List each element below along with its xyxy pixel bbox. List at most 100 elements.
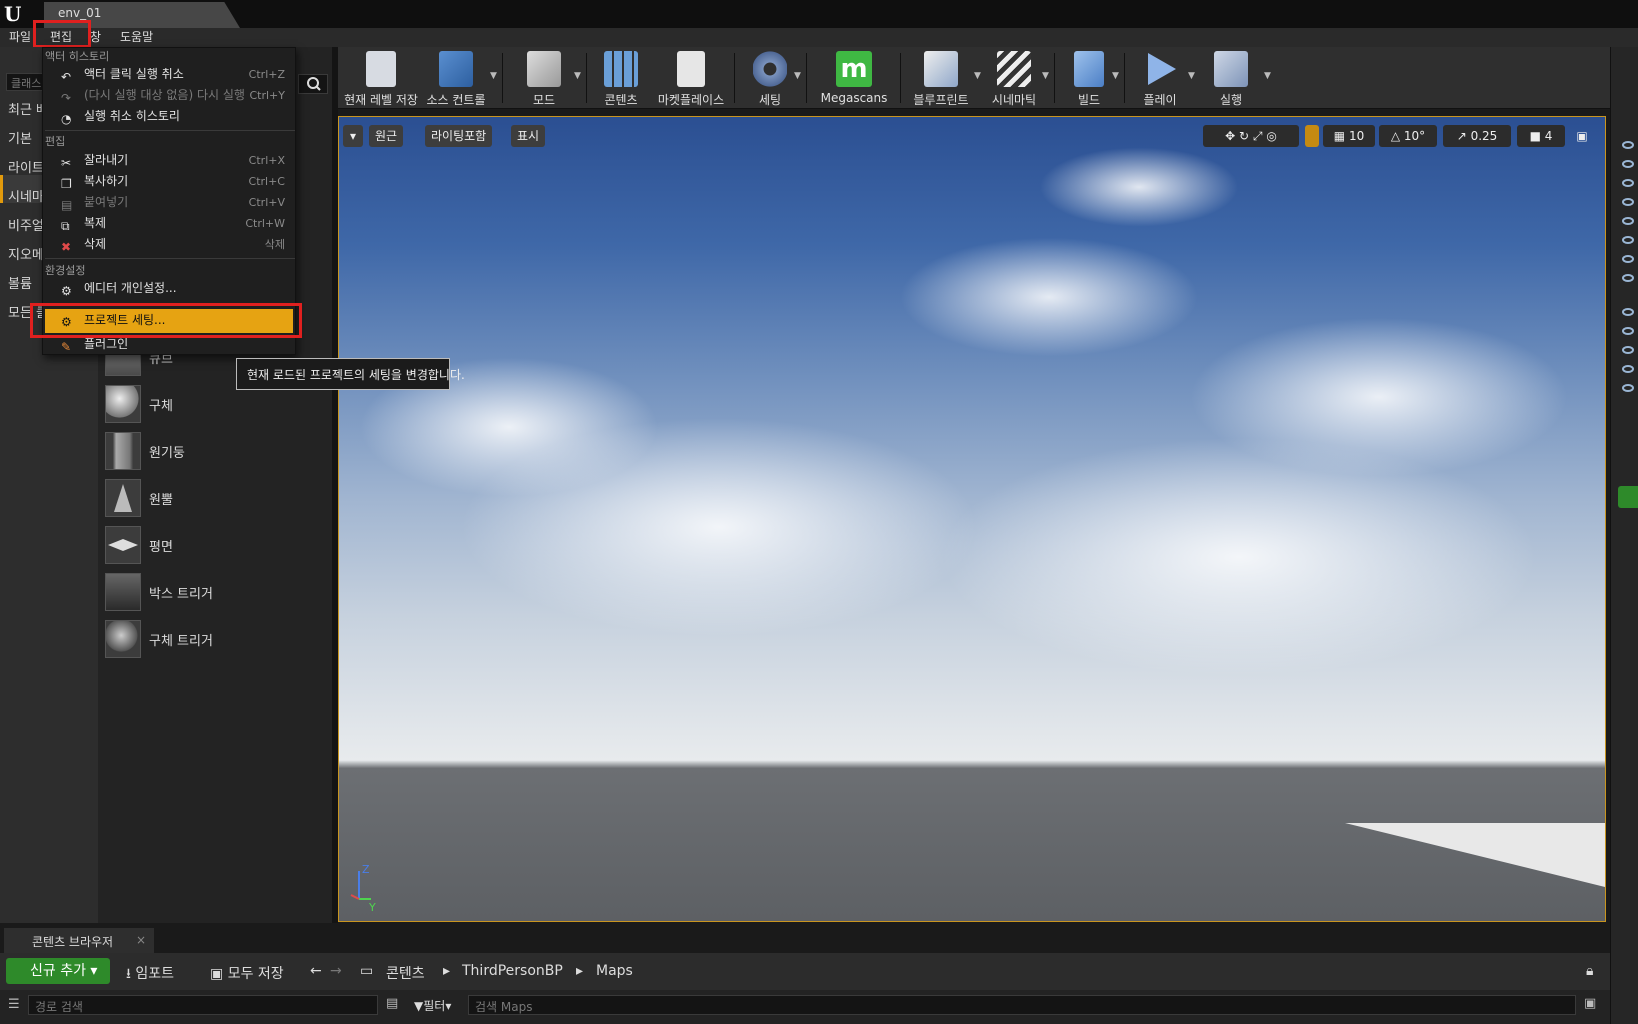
surface-snap-icon[interactable] [1305,125,1319,147]
menu-file[interactable]: 파일 [9,28,31,47]
eye-icon[interactable] [1622,384,1634,392]
eye-icon[interactable] [1622,141,1634,149]
rotation-snap-toggle[interactable]: △ 10° [1379,125,1437,147]
menu-item-editor-preferences[interactable]: ⚙ 에디터 개인설정... [43,278,295,299]
scale-snap-toggle[interactable]: ↗ 0.25 [1443,125,1511,147]
maximize-viewport-icon[interactable]: ▣ [1573,125,1591,147]
eye-icon[interactable] [1622,179,1634,187]
menu-item-undo[interactable]: ↶ 액터 클릭 실행 취소 Ctrl+Z [43,64,295,85]
scale-icon[interactable]: ⤢ [1253,129,1263,143]
launch-button[interactable]: 실행 [1204,51,1258,109]
show-button[interactable]: 표시 [511,125,546,147]
list-icon[interactable]: ☰ [8,997,20,1012]
menu-item-cut[interactable]: ✂ 잘라내기 Ctrl+X [43,150,295,171]
menu-item-paste[interactable]: ▤ 붙여넣기 Ctrl+V [43,192,295,213]
breadcrumb-maps[interactable]: Maps [596,963,633,979]
content-browser-tab[interactable]: 콘텐츠 브라우저 × [4,928,154,953]
breadcrumb-thirdpersonbp[interactable]: ThirdPersonBP [462,963,563,979]
add-component-button[interactable] [1618,486,1638,508]
path-search-input[interactable]: 경로 검색 [28,995,378,1015]
list-item-cone[interactable]: 원뿔 [105,477,335,519]
save-all-button[interactable]: ▣ 모두 저장 [210,963,284,983]
content-button[interactable]: 콘텐츠 [594,51,648,109]
forward-arrow-icon[interactable]: → [330,963,342,979]
menu-window[interactable]: 창 [90,28,101,47]
import-button[interactable]: ⭳ 임포트 [126,963,174,987]
category-lights[interactable]: 라이트 [8,157,44,176]
camera-speed-button[interactable]: ■ 4 [1517,125,1565,147]
menu-item-redo[interactable]: ↷ (다시 실행 대상 없음) 다시 실행 Ctrl+Y [43,85,295,106]
unreal-logo-icon[interactable]: U [4,2,26,26]
world-icon[interactable]: ◎ [1266,129,1276,143]
level-viewport[interactable]: ▾ 원근 라이팅포함 표시 ✥ ↻ ⤢ ◎ ▦ 10 △ 10° ↗ 0.25 … [338,116,1606,922]
marketplace-button[interactable]: 마켓플레이스 [656,51,726,109]
eye-icon[interactable] [1622,274,1634,282]
chevron-down-icon[interactable]: ▼ [794,71,801,81]
play-button[interactable]: 플레이 [1132,51,1188,109]
menu-header-preferences: 환경설정 [45,264,86,277]
chevron-down-icon[interactable]: ▼ [490,71,497,81]
asset-search-input[interactable]: 검색 Maps [468,995,1576,1015]
list-item-sphere-trigger[interactable]: 구체 트리거 [105,618,335,660]
rotation-snap-value: 10° [1403,129,1426,143]
menu-help[interactable]: 도움말 [120,28,153,47]
close-icon[interactable]: × [136,933,146,947]
list-item-cylinder[interactable]: 원기둥 [105,430,335,472]
filter-button[interactable]: ▼필터▾ [414,997,451,1014]
breadcrumb-content[interactable]: 콘텐츠 [386,963,425,983]
list-item-plane[interactable]: 평면 [105,524,335,566]
add-new-button[interactable]: 신규 추가 ▾ [6,958,110,984]
build-button[interactable]: 빌드 [1062,51,1116,109]
eye-icon[interactable] [1622,365,1634,373]
menu-item-undo-history[interactable]: ◔ 실행 취소 히스토리 [43,106,295,127]
chevron-down-icon[interactable]: ▼ [1042,71,1049,81]
category-volumes[interactable]: 볼륨 [8,273,32,292]
chevron-down-icon[interactable]: ▼ [574,71,581,81]
back-arrow-icon[interactable]: ← [310,963,322,979]
list-item-box-trigger[interactable]: 박스 트리거 [105,571,335,613]
perspective-button[interactable]: 원근 [369,125,404,147]
details-panel [1610,47,1638,1024]
eye-icon[interactable] [1622,308,1634,316]
transform-tools[interactable]: ✥ ↻ ⤢ ◎ [1203,125,1299,147]
eye-icon[interactable] [1622,160,1634,168]
menu-item-duplicate[interactable]: ⧉ 복제 Ctrl+W [43,213,295,234]
modes-button[interactable]: 모드 [512,51,576,109]
category-visual-effects[interactable]: 비주얼 [8,215,44,234]
settings-button[interactable]: 세팅 [742,51,798,109]
eye-icon[interactable] [1622,198,1634,206]
chevron-down-icon[interactable]: ▼ [974,71,981,81]
source-control-button[interactable]: 소스 컨트롤 [424,51,488,109]
toolbar-label: 모드 [532,93,556,107]
menu-item-copy[interactable]: ❐ 복사하기 Ctrl+C [43,171,295,192]
lighting-mode-button[interactable]: 라이팅포함 [425,125,493,147]
path-view-icon[interactable]: ▤ [386,996,398,1011]
menu-item-delete[interactable]: ✖ 삭제 삭제 [43,234,295,255]
eye-icon[interactable] [1622,346,1634,354]
eye-icon[interactable] [1622,236,1634,244]
chevron-down-icon[interactable]: ▼ [1264,71,1271,81]
save-search-icon[interactable]: ▣ [1584,996,1596,1011]
eye-icon[interactable] [1622,255,1634,263]
camera-icon: ■ [1529,129,1541,143]
viewport-options-button[interactable]: ▾ [343,125,363,147]
chevron-down-icon[interactable]: ▼ [1188,71,1195,81]
chevron-down-icon[interactable]: ▼ [1112,71,1119,81]
rotate-icon[interactable]: ↻ [1239,129,1249,143]
search-icon[interactable] [298,74,328,94]
eye-icon[interactable] [1622,327,1634,335]
category-basic[interactable]: 기본 [8,128,32,147]
gear-icon [753,51,787,87]
category-cinematic[interactable]: 시네마 [8,186,44,205]
eye-icon[interactable] [1622,217,1634,225]
lighting-mode-label: 라이팅포함 [431,129,487,143]
list-item-label: 평면 [149,540,173,555]
lock-icon[interactable]: 🔒︎ [1586,963,1593,979]
grid-snap-toggle[interactable]: ▦ 10 [1323,125,1375,147]
megascans-button[interactable]: m Megascans [814,51,894,109]
save-level-button[interactable]: 현재 레벨 저장 [344,51,418,109]
cinematics-button[interactable]: 시네마틱 [986,51,1042,109]
move-icon[interactable]: ✥ [1225,129,1235,143]
blueprints-button[interactable]: 블루프린트 [908,51,974,109]
category-geometry[interactable]: 지오메 [8,244,44,263]
